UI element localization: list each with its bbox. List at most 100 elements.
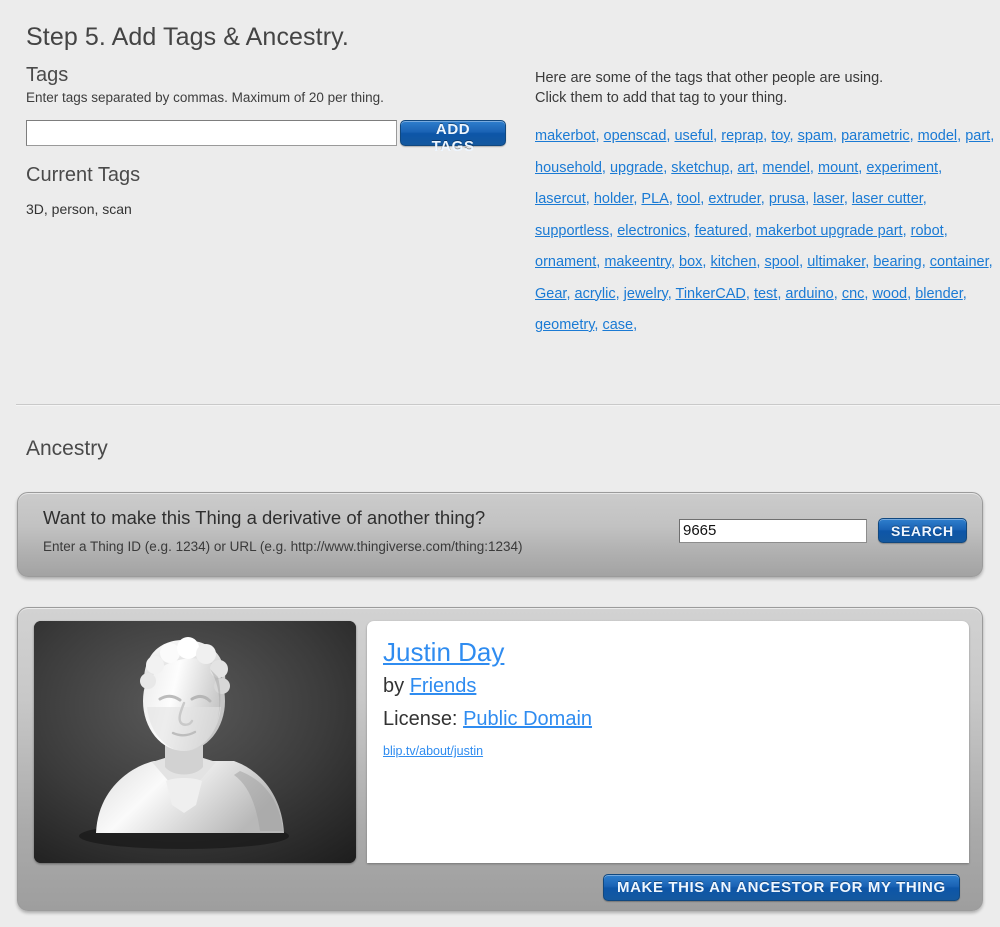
popular-tag-separator: , <box>595 128 604 144</box>
tags-section: Tags Enter tags separated by commas. Max… <box>26 64 506 217</box>
popular-tag-link[interactable]: model <box>918 128 958 144</box>
popular-tag-link[interactable]: art <box>737 160 754 176</box>
popular-tag-separator: , <box>922 191 927 207</box>
popular-tag-link[interactable]: ultimaker <box>807 254 865 270</box>
popular-tag-separator: , <box>988 254 993 270</box>
popular-tag-link[interactable]: PLA <box>641 191 668 207</box>
popular-tag-link[interactable]: geometry <box>535 317 594 333</box>
popular-tag-link[interactable]: makerbot upgrade part <box>756 223 903 239</box>
popular-tag-link[interactable]: kitchen <box>710 254 756 270</box>
popular-tag-link[interactable]: spam <box>798 128 833 144</box>
make-ancestor-button[interactable]: MAKE THIS AN ANCESTOR FOR MY THING <box>603 874 960 901</box>
popular-tag-link[interactable]: experiment <box>866 160 938 176</box>
popular-tag-separator: , <box>805 191 814 207</box>
popular-tag-link[interactable]: ornament <box>535 254 596 270</box>
popular-tag-link[interactable]: cnc <box>842 286 865 302</box>
popular-tag-link[interactable]: spool <box>764 254 799 270</box>
popular-tag-separator: , <box>668 191 677 207</box>
ancestry-search-row: SEARCH <box>679 518 967 543</box>
tags-label: Tags <box>26 64 69 86</box>
popular-tag-link[interactable]: household <box>535 160 602 176</box>
popular-tag-link[interactable]: electronics <box>617 223 686 239</box>
popular-tags-list: makerbot, openscad, useful, reprap, toy,… <box>535 121 995 342</box>
popular-tag-separator: , <box>670 254 680 270</box>
ancestry-search-panel: Want to make this Thing a derivative of … <box>17 492 983 577</box>
page-root: Step 5. Add Tags & Ancestry. Tags Enter … <box>0 0 1000 927</box>
popular-tag-link[interactable]: toy <box>771 128 789 144</box>
ancestry-heading: Ancestry <box>26 437 108 460</box>
popular-tag-separator: , <box>938 159 943 176</box>
popular-tag-link[interactable]: wood <box>872 286 907 302</box>
popular-tag-separator: , <box>601 159 610 176</box>
popular-tag-link[interactable]: upgrade <box>610 160 663 176</box>
popular-tag-link[interactable]: part <box>965 128 990 144</box>
popular-tag-separator: , <box>907 285 916 302</box>
popular-tag-separator: , <box>990 128 995 144</box>
popular-tag-link[interactable]: jewelry <box>624 286 668 302</box>
thing-source-link[interactable]: blip.tv/about/justin <box>383 744 483 758</box>
popular-tags-intro-line1: Here are some of the tags that other peo… <box>535 70 884 86</box>
popular-tag-link[interactable]: mount <box>818 160 858 176</box>
popular-tag-link[interactable]: reprap <box>721 128 763 144</box>
popular-tag-separator: , <box>667 285 676 302</box>
popular-tag-link[interactable]: makeentry <box>604 254 671 270</box>
popular-tag-separator: , <box>833 285 842 302</box>
tags-input[interactable] <box>26 120 398 146</box>
popular-tag-link[interactable]: sketchup <box>671 160 729 176</box>
popular-tag-link[interactable]: featured <box>695 223 748 239</box>
popular-tag-link[interactable]: holder <box>594 191 634 207</box>
popular-tag-separator: , <box>760 191 769 207</box>
thing-byline: by Friends <box>383 671 969 701</box>
popular-tag-link[interactable]: container <box>930 254 989 270</box>
thing-thumbnail[interactable] <box>34 621 356 863</box>
popular-tag-link[interactable]: supportless <box>535 223 609 239</box>
popular-tag-separator: , <box>909 128 918 144</box>
popular-tag-link[interactable]: openscad <box>604 128 667 144</box>
popular-tag-link[interactable]: acrylic <box>575 286 616 302</box>
popular-tag-link[interactable]: Gear <box>535 286 566 302</box>
popular-tag-link[interactable]: blender <box>915 286 963 302</box>
popular-tag-link[interactable]: makerbot <box>535 128 595 144</box>
ancestry-search-input[interactable] <box>679 518 867 543</box>
popular-tags-section: Here are some of the tags that other peo… <box>535 68 995 342</box>
popular-tag-link[interactable]: extruder <box>708 191 760 207</box>
tag-entry-row: ADD TAGS <box>26 120 506 155</box>
popular-tags-intro: Here are some of the tags that other peo… <box>535 68 995 108</box>
thing-license-link[interactable]: Public Domain <box>463 708 592 730</box>
popular-tag-separator: , <box>686 222 695 239</box>
add-tags-button[interactable]: ADD TAGS <box>400 120 506 155</box>
popular-tag-link[interactable]: lasercut <box>535 191 586 207</box>
popular-tag-separator: , <box>902 222 911 239</box>
popular-tag-link[interactable]: bearing <box>873 254 921 270</box>
popular-tag-link[interactable]: test <box>754 286 777 302</box>
search-button[interactable]: SEARCH <box>878 518 967 543</box>
popular-tag-separator: , <box>943 222 948 239</box>
popular-tag-separator: , <box>633 317 638 333</box>
popular-tag-link[interactable]: useful <box>674 128 713 144</box>
popular-tag-link[interactable]: arduino <box>785 286 833 302</box>
popular-tag-separator: , <box>566 285 575 302</box>
ancestry-result-card: Justin Day by Friends License: Public Do… <box>17 607 983 911</box>
thing-title-link[interactable]: Justin Day <box>383 636 504 668</box>
popular-tag-separator: , <box>799 254 808 270</box>
current-tags-value: 3D, person, scan <box>26 201 132 217</box>
popular-tag-link[interactable]: tool <box>677 191 700 207</box>
popular-tag-link[interactable]: parametric <box>841 128 910 144</box>
ancestry-hint: Enter a Thing ID (e.g. 1234) or URL (e.g… <box>43 539 523 554</box>
popular-tag-link[interactable]: laser cutter <box>852 191 923 207</box>
popular-tag-link[interactable]: mendel <box>762 160 810 176</box>
thing-info-box: Justin Day by Friends License: Public Do… <box>367 621 969 863</box>
popular-tag-link[interactable]: prusa <box>769 191 805 207</box>
popular-tag-separator: , <box>745 285 754 302</box>
popular-tag-link[interactable]: box <box>679 254 702 270</box>
popular-tag-link[interactable]: robot <box>911 223 944 239</box>
thing-license: License: Public Domain <box>383 704 969 734</box>
popular-tag-separator: , <box>843 191 852 207</box>
popular-tag-link[interactable]: case <box>602 317 633 333</box>
popular-tag-separator: , <box>747 222 756 239</box>
thing-author-link[interactable]: Friends <box>410 675 477 697</box>
popular-tag-separator: , <box>921 254 930 270</box>
popular-tag-separator: , <box>809 159 818 176</box>
popular-tag-link[interactable]: TinkerCAD <box>676 286 746 302</box>
popular-tag-link[interactable]: laser <box>813 191 844 207</box>
